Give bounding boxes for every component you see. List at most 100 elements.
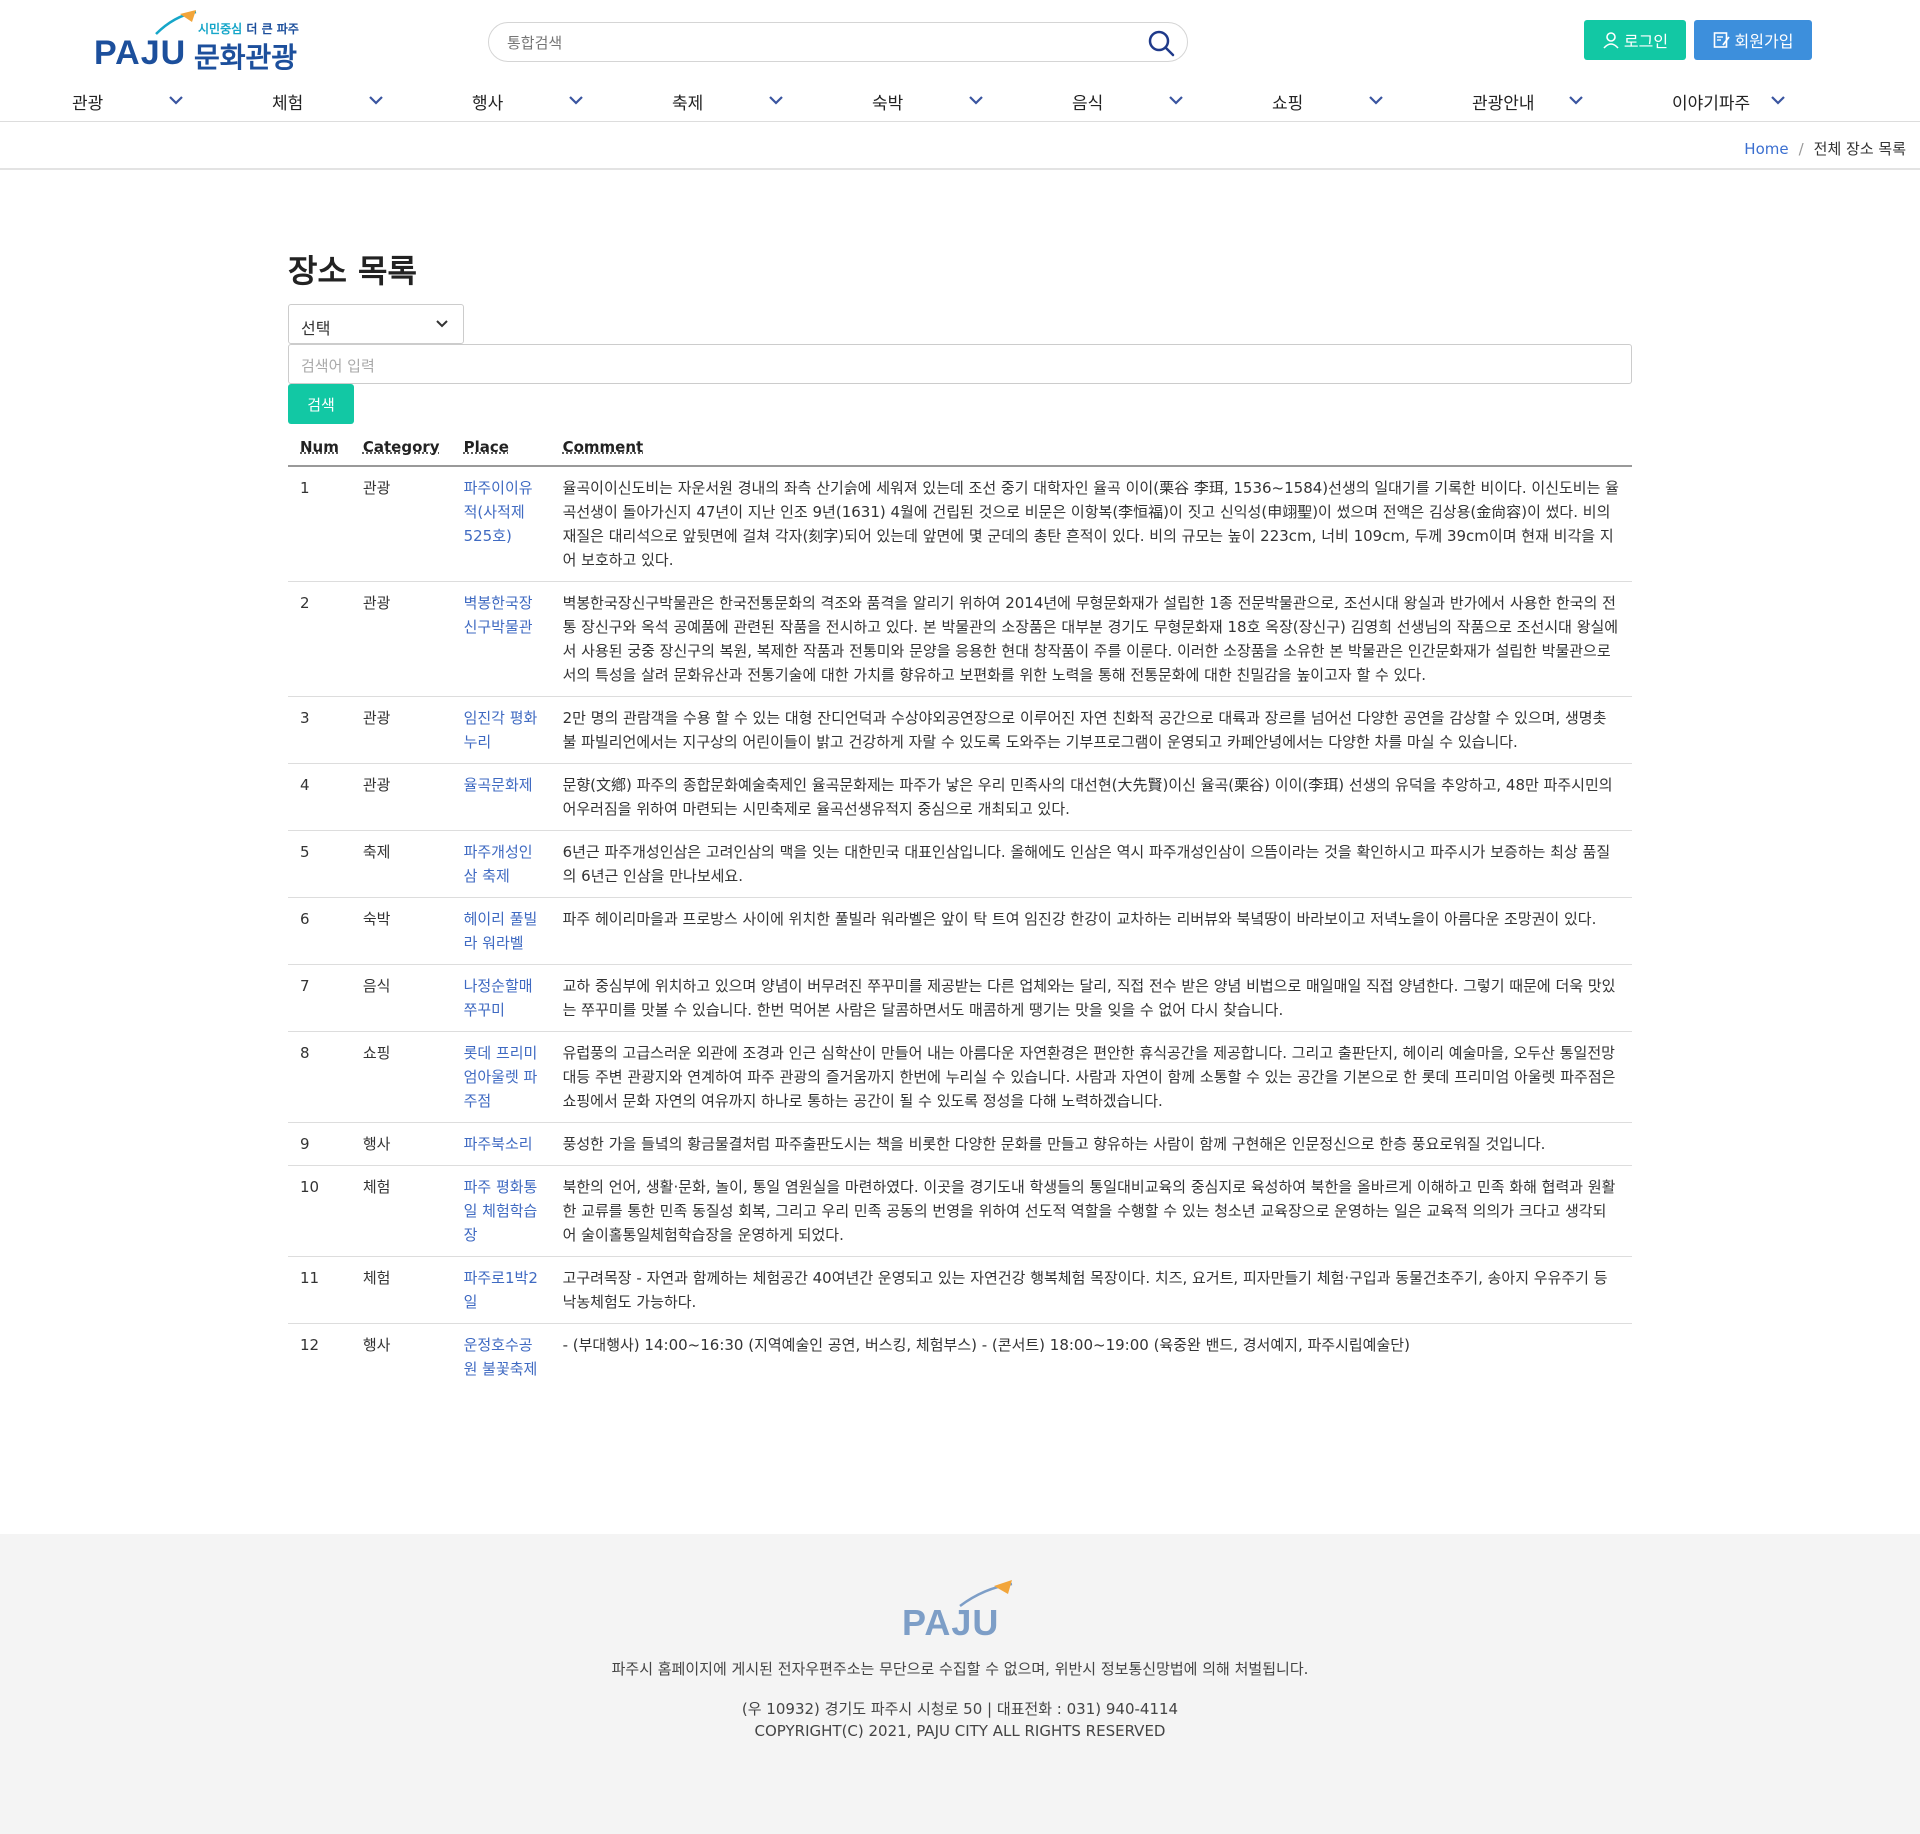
page-title: 장소 목록 — [288, 252, 417, 290]
cell-comment: 교하 중심부에 위치하고 있으며 양념이 버무려진 쭈꾸미를 제공받는 다른 업… — [550, 964, 1632, 1032]
nav-item-lodging[interactable]: 숙박 — [872, 80, 992, 122]
cell-place-link[interactable]: 파주로1박2일 — [451, 1256, 551, 1324]
cell-num: 10 — [288, 1165, 351, 1257]
cell-place-link[interactable]: 벽봉한국장신구박물관 — [451, 581, 551, 697]
logo-slogan-prefix: 시민중심 — [198, 22, 243, 36]
site-footer: PAJU 파주시 홈페이지에 게시된 전자우편주소는 무단으로 수집할 수 없으… — [0, 1534, 1920, 1834]
site-logo[interactable]: PAJU 시민중심 더 큰 파주 문화관광 — [94, 8, 304, 74]
table-header-row: Num Category Place Comment — [288, 430, 1632, 467]
cell-category: 체험 — [350, 1256, 452, 1324]
cell-category: 관광 — [350, 763, 452, 831]
nav-item-label: 음식 — [1072, 93, 1104, 114]
chevron-down-icon — [1169, 96, 1183, 105]
site-header: PAJU 시민중심 더 큰 파주 문화관광 로그인 — [0, 0, 1920, 170]
category-select[interactable]: 선택 — [288, 304, 464, 344]
logo-slogan-main: 더 큰 파주 — [246, 22, 299, 36]
column-header-comment: Comment — [550, 430, 1632, 467]
nav-item-label: 체험 — [272, 93, 304, 114]
user-icon — [1603, 32, 1619, 49]
cell-comment: 풍성한 가을 들녘의 황금물결처럼 파주출판도시는 책을 비롯한 다양한 문화를… — [550, 1122, 1632, 1166]
cell-place-link[interactable]: 운정호수공원 불꽃축제 — [452, 1324, 551, 1391]
nav-item-experience[interactable]: 체험 — [272, 80, 392, 122]
table-row: 3 관광 임진각 평화누리 2만 명의 관람객을 수용 할 수 있는 대형 잔디언덕과… — [288, 696, 1632, 764]
cell-comment: 유럽풍의 고급스러운 외관에 조경과 인근 심학산이 만들어 내는 아름다운 자… — [550, 1031, 1632, 1123]
header-topbar: PAJU 시민중심 더 큰 파주 문화관광 로그인 — [0, 0, 1920, 80]
nav-item-tour-info[interactable]: 관광안내 — [1472, 80, 1592, 122]
chevron-down-icon — [969, 96, 983, 105]
cell-num: 5 — [288, 830, 351, 898]
cell-comment: 율곡이이신도비는 자운서원 경내의 좌측 산기슭에 세워져 있는데 조선 중기 … — [550, 466, 1632, 582]
cell-place-link[interactable]: 파주 평화통일 체험학습장 — [451, 1165, 551, 1257]
column-header-category: Category — [350, 430, 452, 467]
cell-category: 관광 — [350, 696, 452, 764]
login-button-label: 로그인 — [1623, 32, 1669, 51]
chevron-down-icon — [1771, 96, 1785, 105]
nav-item-label: 관광안내 — [1472, 93, 1535, 114]
logo-slogan: 시민중심 더 큰 파주 — [198, 20, 299, 37]
cell-num: 1 — [288, 466, 351, 582]
cell-num: 8 — [288, 1031, 351, 1123]
cell-category: 관광 — [350, 581, 452, 697]
cell-num: 9 — [288, 1122, 351, 1166]
chevron-down-icon — [569, 96, 583, 105]
logo-paju-text: PAJU — [94, 34, 187, 72]
cell-place-link[interactable]: 헤이리 풀빌라 워라벨 — [451, 897, 551, 965]
cell-comment: 6년근 파주개성인삼은 고려인삼의 맥을 잇는 대한민국 대표인삼입니다. 올해… — [550, 830, 1632, 898]
cell-num: 4 — [288, 763, 351, 831]
footer-copyright: COPYRIGHT(C) 2021, PAJU CITY ALL RIGHTS … — [754, 1722, 1166, 1740]
footer-logo-text: PAJU — [902, 1602, 1000, 1643]
join-button[interactable]: 회원가입 — [1694, 20, 1812, 60]
nav-item-paju-stories[interactable]: 이야기파주 — [1672, 80, 1792, 122]
nav-item-festival[interactable]: 축제 — [672, 80, 792, 122]
table-row: 9 행사 파주북소리 풍성한 가을 들녘의 황금물결처럼 파주출판도시는 책을 비롯한… — [288, 1122, 1632, 1166]
footer-notice: 파주시 홈페이지에 게시된 전자우편주소는 무단으로 수집할 수 없으며, 위반… — [611, 1660, 1309, 1678]
table-row: 5 축제 파주개성인삼 축제 6년근 파주개성인삼은 고려인삼의 맥을 잇는 대한민국… — [288, 830, 1632, 898]
cell-place-link[interactable]: 파주북소리 — [451, 1122, 551, 1166]
login-button[interactable]: 로그인 — [1584, 20, 1686, 60]
category-select-value: 선택 — [301, 319, 331, 338]
cell-category: 축제 — [350, 830, 452, 898]
cell-category: 쇼핑 — [350, 1031, 452, 1123]
cell-place-link[interactable]: 파주개성인삼 축제 — [451, 830, 551, 898]
cell-category: 행사 — [350, 1122, 452, 1166]
chevron-down-icon — [769, 96, 783, 105]
global-search-input[interactable] — [507, 31, 1107, 55]
cell-num: 2 — [288, 581, 351, 697]
nav-item-events[interactable]: 행사 — [472, 80, 592, 122]
nav-item-food[interactable]: 음식 — [1072, 80, 1192, 122]
cell-place-link[interactable]: 파주이이유적(사적제525호) — [451, 466, 551, 582]
table-row: 2 관광 벽봉한국장신구박물관 벽봉한국장신구박물관은 한국전통문화의 격조와 품격을… — [288, 581, 1632, 697]
chevron-down-icon — [436, 320, 448, 328]
main-content: 장소 목록 선택 검색어 입력 검색 Num Category Place Co… — [0, 170, 1920, 1534]
search-button[interactable]: 검색 — [288, 384, 354, 424]
nav-item-label: 관광 — [72, 93, 104, 114]
breadcrumb-home-link[interactable]: Home — [1744, 140, 1788, 158]
cell-place-link[interactable]: 나정순할매쭈꾸미 — [451, 964, 551, 1032]
cell-place-link[interactable]: 임진각 평화누리 — [451, 696, 551, 764]
breadcrumb: Home / 전체 장소 목록 — [1744, 138, 1906, 159]
column-header-num: Num — [288, 430, 351, 467]
table-row: 8 쇼핑 롯데 프리미엄아울렛 파주점 유럽풍의 고급스러운 외관에 조경과 인근 심… — [288, 1031, 1632, 1123]
cell-place-link[interactable]: 롯데 프리미엄아울렛 파주점 — [451, 1031, 551, 1123]
breadcrumb-separator: / — [1798, 140, 1804, 158]
cell-comment: 문향(文鄕) 파주의 종합문화예술축제인 율곡문화제는 파주가 낳은 우리 민족… — [550, 763, 1632, 831]
nav-item-label: 쇼핑 — [1272, 93, 1304, 114]
footer-logo: PAJU — [902, 1576, 1022, 1643]
footer-address: (우 10932) 경기도 파주시 시청로 50 | 대표전화 : 031) 9… — [741, 1700, 1179, 1718]
table-row: 12 행사 운정호수공원 불꽃축제 - (부대행사) 14:00~16:30 (지역예… — [288, 1324, 1632, 1391]
cell-num: 12 — [300, 1336, 320, 1354]
keyword-input[interactable]: 검색어 입력 — [288, 344, 1632, 384]
nav-item-label: 숙박 — [872, 93, 904, 114]
main-nav: 관광 체험 행사 축제 숙박 음식 쇼핑 관광안내 이야기파주 — [0, 80, 1920, 122]
cell-comment: 고구려목장 - 자연과 함께하는 체험공간 40여년간 운영되고 있는 자연건강… — [550, 1256, 1632, 1324]
column-header-place: Place — [451, 430, 551, 467]
nav-item-tourism[interactable]: 관광 — [72, 80, 192, 122]
cell-category: 관광 — [350, 466, 452, 582]
cell-category: 행사 — [362, 1336, 391, 1354]
join-button-label: 회원가입 — [1734, 32, 1794, 51]
cell-place-link[interactable]: 율곡문화제 — [451, 763, 551, 831]
nav-item-shopping[interactable]: 쇼핑 — [1272, 80, 1392, 122]
cell-comment: 벽봉한국장신구박물관은 한국전통문화의 격조와 품격을 알리기 위하여 2014… — [550, 581, 1632, 697]
table-row: 7 음식 나정순할매쭈꾸미 교하 중심부에 위치하고 있으며 양념이 버무려진 쭈꾸미… — [288, 964, 1632, 1032]
search-icon[interactable] — [1147, 29, 1175, 57]
